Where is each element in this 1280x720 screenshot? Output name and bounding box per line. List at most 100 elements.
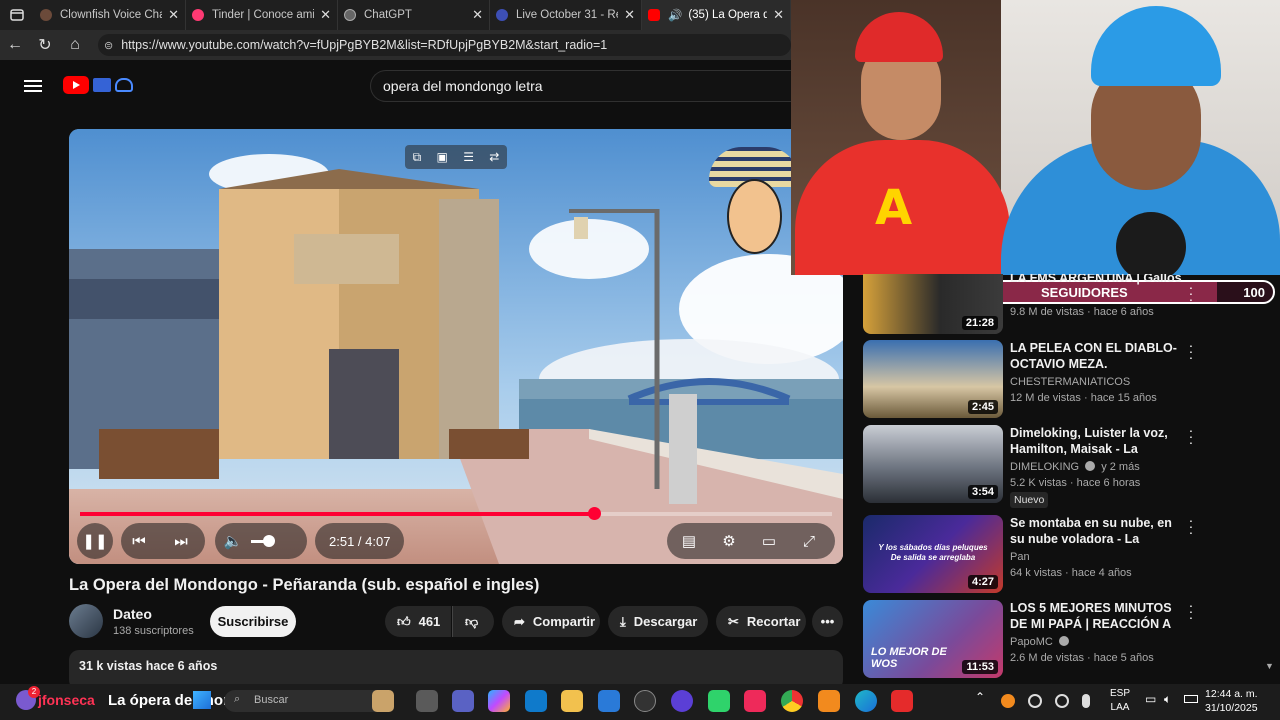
- translate-icon[interactable]: ⇄: [489, 150, 499, 164]
- settings-gear-icon[interactable]: ⚙: [711, 523, 747, 559]
- subscriber-count: 138 suscriptores: [113, 625, 194, 637]
- volume-knob[interactable]: [263, 534, 275, 547]
- recommendation-item[interactable]: 3:54 Dimeloking, Luister la voz, Hamilto…: [863, 423, 1273, 508]
- youtube-logo[interactable]: [63, 76, 133, 94]
- cartoon-hat-sticker: [709, 147, 799, 257]
- channel-avatar[interactable]: [69, 604, 103, 638]
- subtitles-icon[interactable]: ▤: [671, 523, 707, 559]
- browser-tab-clownfish[interactable]: Clownfish Voice Chang ✕: [34, 0, 186, 30]
- network-icon[interactable]: ▭: [1145, 692, 1156, 706]
- site-info-icon[interactable]: ⊜: [104, 39, 113, 52]
- app-circle-icon[interactable]: [671, 690, 693, 712]
- chat-username: jfonseca: [38, 692, 95, 708]
- volume-icon[interactable]: 🔈: [215, 523, 251, 559]
- close-tab-icon[interactable]: ✕: [472, 7, 483, 23]
- back-arrow-icon[interactable]: ←: [0, 30, 30, 60]
- clock[interactable]: 12:44 a. m. 31/10/2025: [1205, 687, 1258, 715]
- like-button[interactable]: 👍︎ 461: [385, 606, 451, 637]
- screenshot-icon[interactable]: ▣: [437, 150, 448, 164]
- share-button[interactable]: ➦ Compartir: [502, 606, 600, 637]
- prev-next-group: ⏮ ⏭: [121, 523, 205, 559]
- microsoft-store-icon[interactable]: [598, 690, 620, 712]
- language-indicator[interactable]: ESP LAA: [1110, 687, 1130, 715]
- download-button[interactable]: ⤓ Descargar: [608, 606, 708, 637]
- speaker-icon[interactable]: 🔈︎: [1164, 692, 1171, 707]
- camel-widget-icon[interactable]: [372, 690, 394, 712]
- url-field[interactable]: ⊜ https://www.youtube.com/watch?v=fUpjPg…: [98, 34, 791, 56]
- more-vertical-icon[interactable]: · · ·: [1187, 338, 1195, 364]
- share-arrow-icon: ➦: [514, 613, 525, 629]
- file-explorer-icon[interactable]: [561, 690, 583, 712]
- video-thumbnail[interactable]: 2:45: [863, 340, 1003, 418]
- edge-icon[interactable]: [855, 690, 877, 712]
- fullscreen-icon[interactable]: ⤢: [791, 523, 827, 559]
- recommendation-item[interactable]: LO MEJOR DE WOS 11:53 LOS 5 MEJORES MINU…: [863, 598, 1273, 680]
- tray-sync-icon[interactable]: [1055, 694, 1069, 708]
- more-vertical-icon[interactable]: · · ·: [1187, 598, 1195, 624]
- more-vertical-icon[interactable]: · · ·: [1187, 280, 1195, 306]
- next-icon[interactable]: ⏭: [163, 523, 199, 559]
- subscribe-button[interactable]: Suscribirse: [210, 606, 296, 637]
- person-left-red-shirt: A: [795, 140, 1010, 275]
- more-vertical-icon[interactable]: · · ·: [1187, 423, 1195, 449]
- video-progress-bar[interactable]: [80, 507, 832, 520]
- notes-icon[interactable]: ☰: [463, 150, 474, 164]
- browser-tab-tinder[interactable]: Tinder | Conoce amigo ✕: [186, 0, 338, 30]
- battery-icon[interactable]: [1184, 695, 1198, 703]
- browser-tab-live[interactable]: Live October 31 - Rest ✕: [490, 0, 642, 30]
- tray-chrome-icon[interactable]: [1028, 694, 1042, 708]
- clip-button[interactable]: ✂ Recortar: [716, 606, 806, 637]
- search-input[interactable]: opera del mondongo letra: [370, 70, 791, 102]
- windows-start-icon[interactable]: [193, 691, 211, 709]
- reload-icon[interactable]: ↻: [30, 30, 60, 60]
- hamburger-menu-icon[interactable]: [24, 77, 42, 93]
- copilot-icon[interactable]: [488, 690, 510, 712]
- puzzle-app-icon[interactable]: [818, 690, 840, 712]
- close-tab-icon[interactable]: ✕: [320, 7, 331, 23]
- wps-office-icon[interactable]: [891, 690, 913, 712]
- close-tab-icon[interactable]: ✕: [773, 7, 784, 23]
- home-icon[interactable]: ⌂: [60, 30, 90, 60]
- close-tab-icon[interactable]: ✕: [624, 7, 635, 23]
- browser-tab-youtube-active[interactable]: 🔊 (35) La Opera del ✕: [642, 0, 791, 30]
- close-tab-icon[interactable]: ✕: [168, 7, 179, 23]
- theater-mode-icon[interactable]: ▭: [751, 523, 787, 559]
- task-view-icon[interactable]: [416, 690, 438, 712]
- right-controls: ▤ ⚙ ▭ ⤢: [667, 523, 835, 559]
- volume-control[interactable]: 🔈: [215, 523, 307, 559]
- tray-mic-icon[interactable]: [1082, 694, 1090, 708]
- more-actions-button[interactable]: •••: [812, 606, 843, 637]
- video-thumbnail[interactable]: LO MEJOR DE WOS 11:53: [863, 600, 1003, 678]
- dislike-button[interactable]: 👎︎: [452, 606, 494, 637]
- taskbar-search[interactable]: ⌕ Buscar: [224, 690, 394, 712]
- chrome-icon[interactable]: [781, 690, 803, 712]
- country-badge-icon: [93, 78, 111, 92]
- video-thumbnail[interactable]: Y los sábados días peluques De salida se…: [863, 515, 1003, 593]
- volume-slider[interactable]: [251, 534, 275, 547]
- recommendation-item[interactable]: 21:28 LA FMS ARGENTINA | Gallos 9.8 M de…: [863, 274, 1273, 334]
- tiktok-icon[interactable]: [744, 690, 766, 712]
- audio-playing-icon[interactable]: 🔊: [668, 8, 682, 22]
- channel-name[interactable]: Dateo: [113, 606, 152, 622]
- pip-icon[interactable]: ⧉: [413, 150, 422, 165]
- vscode-icon[interactable]: [525, 690, 547, 712]
- tray-chevron-icon[interactable]: ⌃: [975, 690, 985, 704]
- recommendation-item[interactable]: Y los sábados días peluques De salida se…: [863, 513, 1273, 595]
- teams-icon[interactable]: [452, 690, 474, 712]
- scroll-down-arrow-icon[interactable]: ▼: [1265, 661, 1274, 671]
- previous-icon[interactable]: ⏮: [121, 523, 157, 559]
- progress-fill: [80, 512, 595, 516]
- youtube-favicon-icon: [648, 9, 660, 21]
- video-thumbnail[interactable]: 21:28: [863, 274, 1003, 334]
- pause-button[interactable]: ❚❚: [77, 523, 113, 559]
- recommendation-item[interactable]: 2:45 LA PELEA CON EL DIABLO- OCTAVIO MEZ…: [863, 338, 1273, 420]
- openai-app-icon[interactable]: [634, 690, 656, 712]
- tab-actions-icon[interactable]: [0, 0, 34, 30]
- game-app-icon[interactable]: [708, 690, 730, 712]
- video-thumbnail[interactable]: 3:54: [863, 425, 1003, 503]
- browser-tab-chatgpt[interactable]: ChatGPT ✕: [338, 0, 490, 30]
- thumbs-down-icon: 👎︎: [465, 613, 479, 629]
- video-player[interactable]: ⧉ ▣ ☰ ⇄ ❚❚ ⏮ ⏭ 🔈 2:51 / 4:07 ▤ ⚙ ▭ ⤢: [69, 129, 843, 564]
- tray-app-orange-icon[interactable]: [1001, 694, 1015, 708]
- more-vertical-icon[interactable]: · · ·: [1187, 513, 1195, 539]
